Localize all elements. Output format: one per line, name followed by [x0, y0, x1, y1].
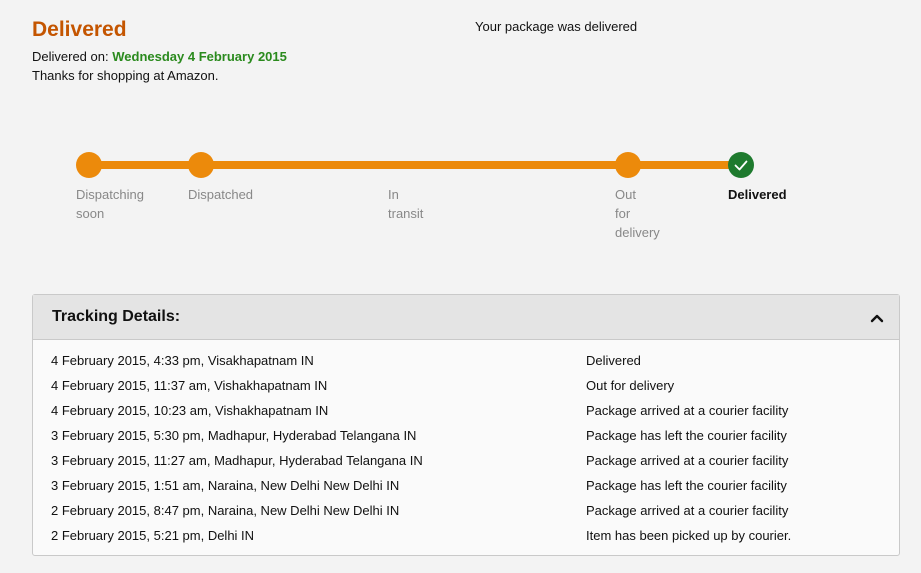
- tracking-event-row: 3 February 2015, 11:27 am, Madhapur, Hyd…: [33, 448, 899, 473]
- tracking-event-row: 4 February 2015, 10:23 am, Vishakhapatna…: [33, 398, 899, 423]
- step-dot-out-for-delivery: [615, 152, 641, 178]
- event-status: Package arrived at a courier facility: [586, 453, 789, 468]
- tracking-event-row: 3 February 2015, 5:30 pm, Madhapur, Hyde…: [33, 423, 899, 448]
- event-time-location: 2 February 2015, 5:21 pm, Delhi IN: [51, 528, 255, 543]
- event-status: Package has left the courier facility: [586, 428, 787, 443]
- event-time-location: 3 February 2015, 11:27 am, Madhapur, Hyd…: [51, 453, 423, 468]
- shipment-progress-tracker: Dispatching soon Dispatched In transit O…: [0, 0, 921, 260]
- event-status: Package arrived at a courier facility: [586, 503, 789, 518]
- event-status: Out for delivery: [586, 378, 675, 393]
- tracking-event-row: 3 February 2015, 1:51 am, Naraina, New D…: [33, 473, 899, 498]
- event-status: Delivered: [586, 353, 641, 368]
- tracking-details-panel: Tracking Details: 4 February 2015, 4:33 …: [32, 294, 900, 556]
- event-time-location: 3 February 2015, 5:30 pm, Madhapur, Hyde…: [51, 428, 417, 443]
- step-label-dispatched: Dispatched: [188, 187, 254, 202]
- event-status: Item has been picked up by courier.: [586, 528, 792, 543]
- chevron-up-icon: [870, 314, 884, 323]
- step-dot-dispatching-soon: [76, 152, 102, 178]
- step-dot-delivered: [728, 152, 754, 178]
- step-label-dispatching-soon: Dispatching soon: [76, 187, 144, 221]
- tracking-events-list: 4 February 2015, 4:33 pm, Visakhapatnam …: [33, 348, 899, 548]
- tracking-event-row: 4 February 2015, 11:37 am, Vishakhapatna…: [33, 373, 899, 398]
- tracking-event-row: 4 February 2015, 4:33 pm, Visakhapatnam …: [33, 348, 899, 373]
- event-status: Package arrived at a courier facility: [586, 403, 789, 418]
- step-label-delivered: Delivered: [728, 187, 787, 202]
- checkmark-icon: [734, 160, 748, 171]
- progress-line: [89, 161, 741, 169]
- event-time-location: 4 February 2015, 10:23 am, Vishakhapatna…: [51, 403, 329, 418]
- step-label-in-transit: In transit: [388, 187, 424, 221]
- step-label-out-for-delivery: Out for delivery: [615, 187, 660, 240]
- tracking-details-header[interactable]: Tracking Details:: [33, 295, 899, 340]
- event-time-location: 4 February 2015, 11:37 am, Vishakhapatna…: [51, 378, 328, 393]
- event-time-location: 4 February 2015, 4:33 pm, Visakhapatnam …: [51, 353, 314, 368]
- event-status: Package has left the courier facility: [586, 478, 787, 493]
- event-time-location: 3 February 2015, 1:51 am, Naraina, New D…: [51, 478, 400, 493]
- step-dot-dispatched: [188, 152, 214, 178]
- tracking-event-row: 2 February 2015, 8:47 pm, Naraina, New D…: [33, 498, 899, 523]
- tracking-event-row: 2 February 2015, 5:21 pm, Delhi IN Item …: [33, 523, 899, 548]
- tracking-details-title: Tracking Details:: [52, 308, 181, 325]
- event-time-location: 2 February 2015, 8:47 pm, Naraina, New D…: [51, 503, 400, 518]
- collapse-button[interactable]: [867, 308, 887, 328]
